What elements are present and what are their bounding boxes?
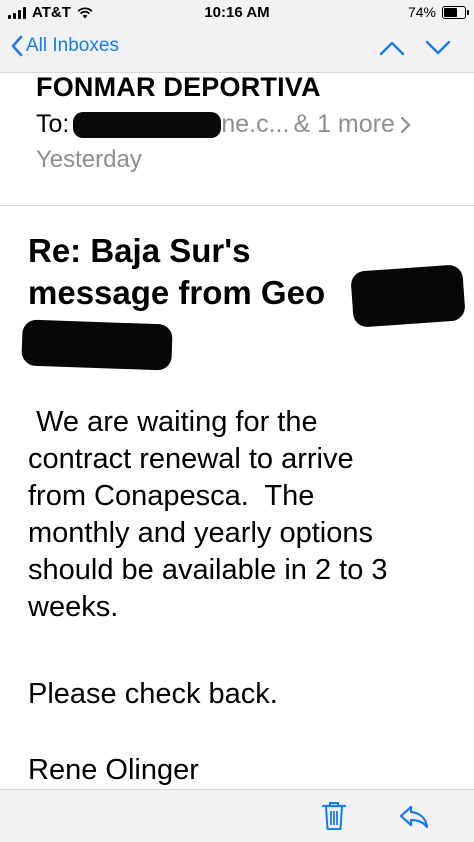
message-body: We are waiting for the contract renewal … [28,406,388,623]
chevron-up-icon[interactable] [378,38,406,58]
sender-name[interactable]: FONMAR DEPORTIVA [36,72,321,103]
status-bar: AT&T 10:16 AM 74% [0,0,474,26]
more-recipients[interactable]: & 1 more [293,110,394,139]
to-label: To: [36,110,70,138]
trash-icon[interactable] [320,799,348,833]
bottom-toolbar [0,789,474,842]
back-button[interactable]: All Inboxes [10,35,119,57]
subject-line-1: Re: Baja Sur's [28,232,251,269]
nav-bar: All Inboxes [0,26,474,73]
recipient-tail: ne.c... [221,110,290,138]
battery-icon [442,5,469,19]
redaction-mark [21,319,173,371]
reply-icon[interactable] [398,799,430,833]
redacted-recipient [73,111,222,138]
message-closing: Please check back. [28,678,278,710]
chevron-left-icon [11,35,23,57]
chevron-right-icon [400,116,411,133]
clock: 10:16 AM [204,4,270,21]
battery-group: 74% [407,4,469,20]
back-label: All Inboxes [26,35,119,56]
battery-percent: 74% [407,4,436,20]
message-signature: Rene Olinger [28,754,199,786]
recipients-row[interactable]: To: ne.c... & 1 more [36,110,413,139]
redaction-mark [350,264,466,328]
chevron-down-icon[interactable] [424,38,452,58]
message-date: Yesterday [36,146,142,173]
header-divider [0,205,474,206]
